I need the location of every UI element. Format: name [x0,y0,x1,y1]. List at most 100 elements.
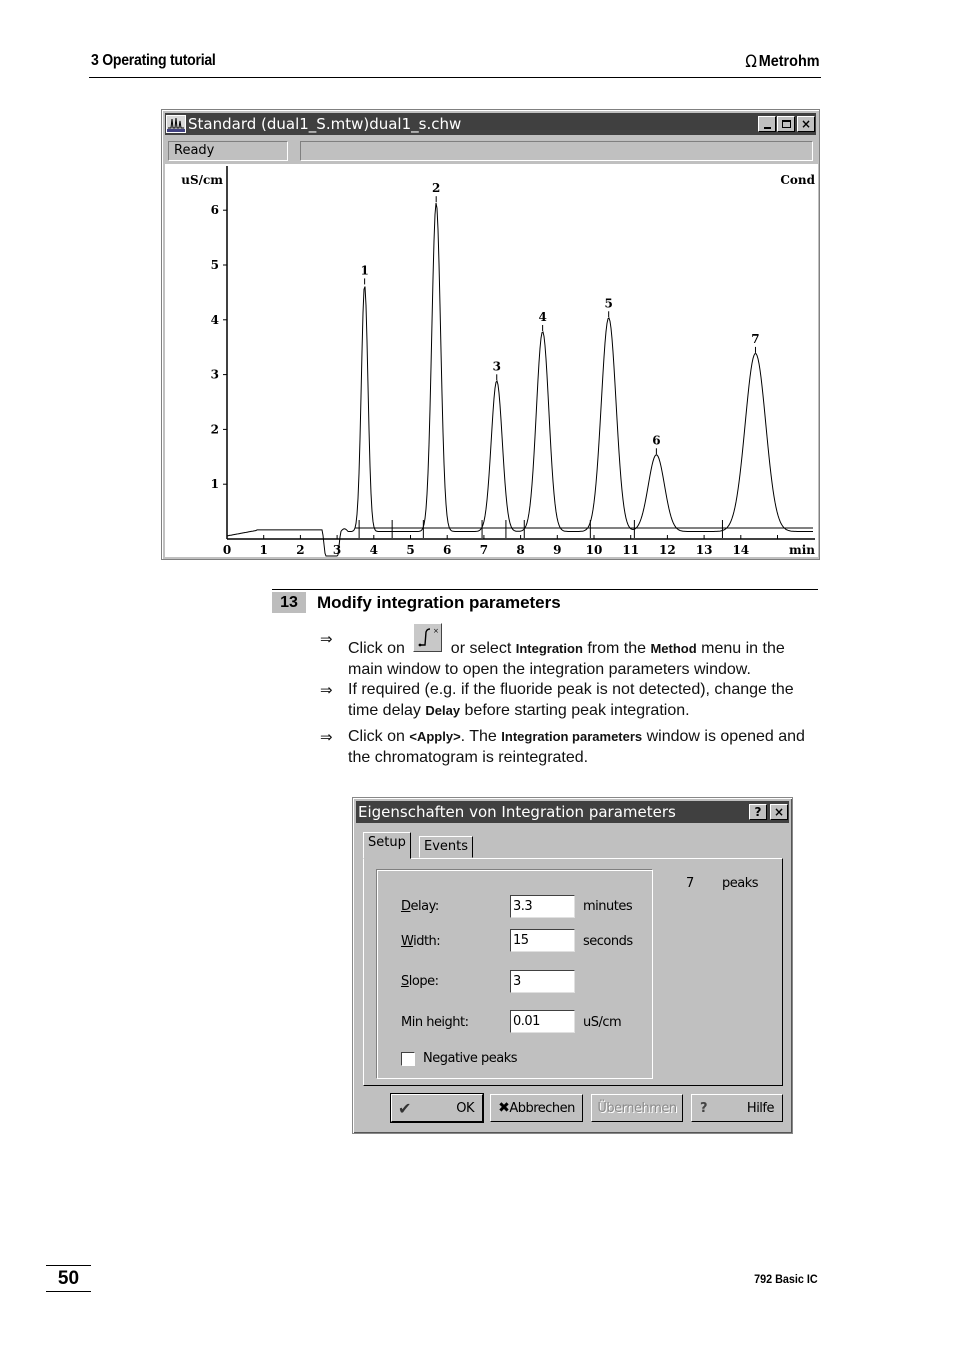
x-tick-label: 5 [406,543,414,557]
arrow-icon: ⇒ [320,630,333,648]
product-name: 792 Basic IC [754,1272,818,1286]
page-number: 50 [46,1265,91,1292]
x-tick-label: 8 [516,543,524,557]
status-text: Ready [168,141,288,161]
arrow-icon: ⇒ [320,728,333,746]
negative-peaks-checkbox[interactable] [401,1052,415,1066]
close-button[interactable]: × [770,804,788,820]
question-icon: ? [754,805,762,819]
peak-label: 2 [432,181,440,195]
tab-events[interactable]: Events [419,836,474,858]
x-tick-label: 1 [260,543,268,557]
width-input[interactable] [510,929,575,952]
peak-label: 3 [493,359,501,373]
peak-label: 6 [652,433,660,447]
x-tick-label: 9 [553,543,561,557]
peak-label: 7 [751,332,759,346]
tab-setup[interactable]: Setup [363,832,411,859]
brand-logo: Ω Metrohm [746,52,820,72]
x-tick-label: 6 [443,543,451,557]
y-tick-label: 5 [211,258,219,272]
maximize-icon [781,120,791,128]
arrow-icon: ⇒ [320,681,333,699]
x-tick-label: 11 [622,543,639,557]
checkmark-icon: ✔ [398,1098,411,1118]
minimize-button[interactable] [758,116,776,132]
window-reference: Integration parameters [501,729,643,744]
x-icon: ✖ [498,1100,510,1116]
close-icon: × [773,805,785,819]
omega-icon: Ω [745,52,758,72]
dialog-titlebar[interactable]: Eigenschaften von Integration parameters… [356,801,789,823]
instruction-item: ⇒ Click on <Apply>. The Integration para… [320,728,805,766]
instruction-item: ⇒ Click on × or select Integration from … [320,623,820,680]
x-tick-label: 12 [659,543,676,557]
x-tick-label: 3 [333,543,341,557]
min-height-label: Min height: [401,1015,469,1030]
dialog-title: Eigenschaften von Integration parameters [358,803,676,821]
svg-text:×: × [433,627,439,635]
setup-panel: Delay: minutes Width: seconds Slope: Min… [363,858,783,1086]
status-panel [300,141,813,161]
delay-unit: minutes [583,899,633,914]
slope-input[interactable] [510,970,575,993]
field-reference: Delay [425,702,461,718]
question-icon: ? [700,1100,708,1116]
menu-item-reference: Integration [515,641,583,656]
peaks-label: peaks [722,876,759,891]
menu-reference: Method [650,641,697,656]
y-tick-label: 3 [211,368,219,382]
y-tick-label: 4 [211,313,219,327]
button-reference: <Apply> [409,729,461,744]
cancel-button[interactable]: ✖ Abbrechen [490,1094,583,1122]
x-tick-label: 10 [586,543,603,557]
y-tick-label: 6 [211,203,219,217]
x-tick-label: 13 [696,543,713,557]
y-axis-label: uS/cm [181,173,223,187]
instruction-item: ⇒ If required (e.g. if the fluoride peak… [320,681,794,719]
help-button[interactable]: ? Hilfe [691,1094,783,1122]
ok-button[interactable]: ✔ OK [390,1093,484,1123]
delay-label: Delay: [401,899,439,914]
x-tick-label: 2 [296,543,304,557]
integration-button-icon: × [413,623,443,652]
status-bar: Ready [168,141,813,161]
peaks-count: 7 [686,876,695,891]
min-height-unit: uS/cm [583,1015,622,1030]
peak-label: 5 [605,296,613,310]
y-tick-label: 2 [211,422,219,436]
delay-input[interactable] [510,895,575,918]
x-tick-label: 14 [732,543,749,557]
peak-label: 4 [538,310,546,324]
chromatogram-svg: 1234560 1 2 3 4 5 6 7 8 9 10 11 12 13 14 minuS/cm Cond 1… [181,166,816,557]
parameters-group: Delay: minutes Width: seconds Slope: Min… [376,869,653,1079]
width-label: Width: [401,934,441,949]
help-title-button[interactable]: ? [749,804,767,820]
step-title: Modify integration parameters [317,593,561,612]
window-titlebar[interactable]: Standard (dual1_S.mtw)dual1_s.chw × [165,113,816,135]
channel-label: Cond [780,173,815,187]
window-title: Standard (dual1_S.mtw)dual1_s.chw [188,115,462,133]
x-tick-label: 4 [370,543,378,557]
peak-label: 1 [360,263,368,277]
step-divider [272,589,818,590]
close-button[interactable]: × [797,116,815,132]
brand-name: Metrohm [759,53,820,70]
min-height-input[interactable] [510,1010,575,1033]
header-divider [89,77,821,78]
width-unit: seconds [583,934,633,949]
step-number: 13 [272,592,306,613]
close-icon: × [800,117,812,131]
integration-parameters-dialog: Eigenschaften von Integration parameters… [352,797,793,1134]
x-axis-label: min [789,543,815,557]
y-tick-label: 1 [211,477,219,491]
chromatogram-plot[interactable]: 1 2 3 4 5 6 0 1 2 3 4 5 6 7 8 9 10 11 12 13 14 min uS/cm Cond 1… [165,164,818,557]
x-tick-label: 7 [480,543,488,557]
slope-label: Slope: [401,974,439,989]
minimize-icon [763,126,771,129]
negative-peaks-label: Negative peaks [423,1051,518,1066]
chromatogram-icon [166,115,186,133]
section-title: 3 Operating tutorial [91,52,216,69]
maximize-button[interactable] [777,116,795,132]
apply-button[interactable]: Übernehmen [591,1094,683,1122]
